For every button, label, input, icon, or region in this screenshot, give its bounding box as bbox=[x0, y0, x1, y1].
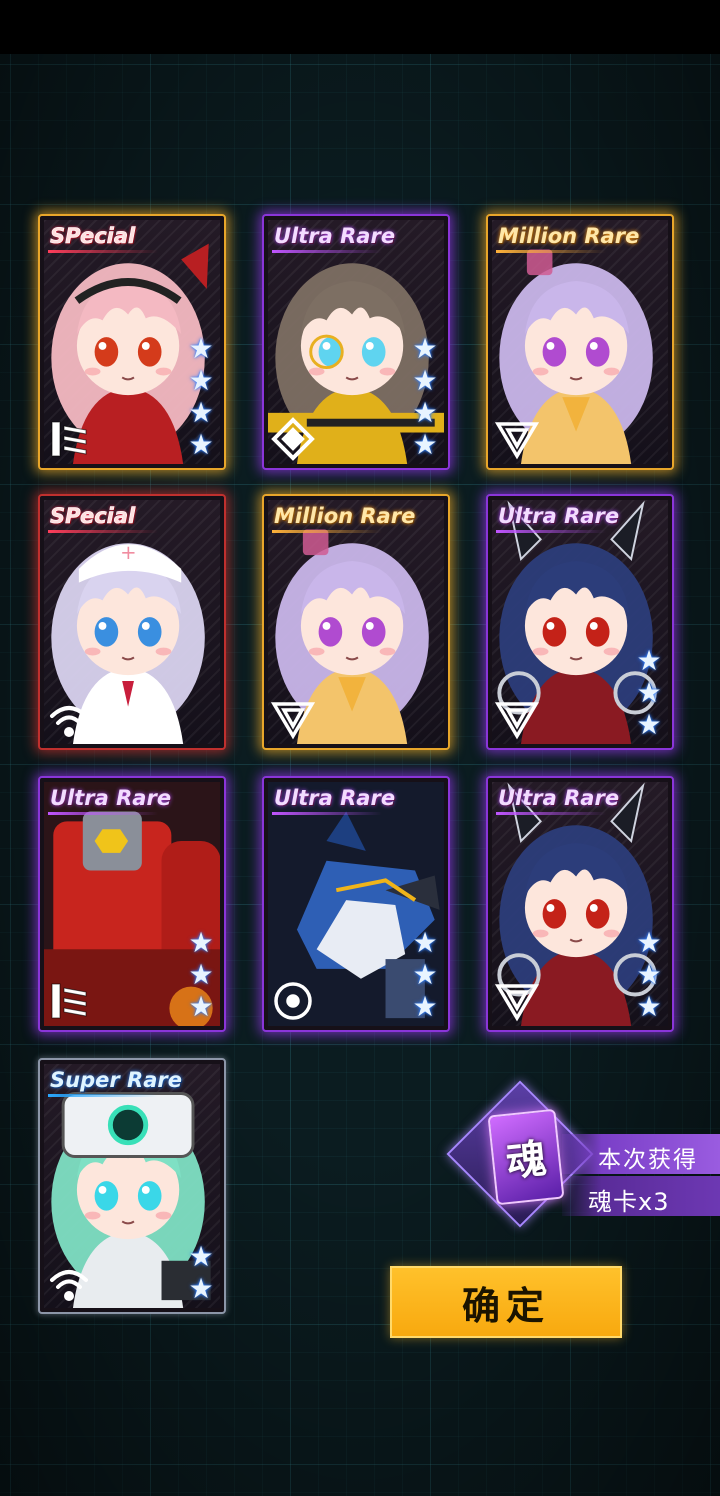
character-card[interactable]: + SPecial bbox=[38, 494, 226, 750]
card-art: Million Rare bbox=[492, 220, 668, 464]
card-art: Ultra Rare ★ ★ ★ bbox=[492, 782, 668, 1026]
star-rating: ★ ★ ★ ★ bbox=[410, 334, 440, 460]
star-icon: ★ bbox=[188, 958, 214, 991]
character-card[interactable]: Million Rare bbox=[262, 494, 450, 750]
ring-core-icon bbox=[270, 978, 316, 1024]
star-icon: ★ bbox=[412, 958, 438, 991]
confirm-button[interactable]: 确定 bbox=[390, 1266, 622, 1338]
rarity-underline bbox=[496, 530, 606, 533]
star-icon: ★ bbox=[636, 708, 662, 741]
character-card[interactable]: Ultra Rare ★ ★ ★ ★ bbox=[262, 214, 450, 470]
soul-card-icon: 魂 bbox=[487, 1108, 565, 1206]
rarity-label: SPecial bbox=[50, 504, 136, 529]
diamond-target-icon bbox=[270, 416, 316, 462]
star-icon: ★ bbox=[412, 926, 438, 959]
reward-item-count: 魂卡x3 bbox=[588, 1188, 670, 1216]
rarity-underline bbox=[496, 250, 606, 253]
rarity-underline bbox=[272, 812, 382, 815]
star-icon: ★ bbox=[412, 364, 438, 397]
star-icon: ★ bbox=[188, 990, 214, 1023]
character-card[interactable]: Ultra Rare ★ ★ ★ bbox=[262, 776, 450, 1032]
rarity-label: Super Rare bbox=[50, 1068, 182, 1092]
star-icon: ★ bbox=[412, 396, 438, 429]
card-art: Ultra Rare ★ ★ ★ bbox=[492, 500, 668, 744]
rarity-label: Ultra Rare bbox=[274, 786, 396, 810]
card-art: Ultra Rare ★ ★ ★ bbox=[268, 782, 444, 1026]
rarity-label: Ultra Rare bbox=[274, 224, 396, 248]
svg-text:+: + bbox=[120, 541, 136, 564]
star-icon: ★ bbox=[188, 1272, 214, 1305]
reward-title: 本次获得 bbox=[598, 1147, 698, 1173]
flag-stripes-icon bbox=[46, 978, 92, 1024]
rarity-underline bbox=[272, 250, 382, 253]
signal-wifi-icon bbox=[46, 1260, 92, 1306]
soul-glyph: 魂 bbox=[504, 1136, 549, 1186]
inverted-triangle-icon bbox=[494, 696, 540, 742]
rarity-underline bbox=[48, 530, 158, 533]
star-icon: ★ bbox=[636, 644, 662, 677]
rarity-underline bbox=[48, 812, 158, 815]
star-icon: ★ bbox=[188, 926, 214, 959]
star-icon: ★ bbox=[188, 332, 214, 365]
card-art: + SPecial bbox=[44, 500, 220, 744]
reward-panel: 魂 本次获得 魂卡x3 bbox=[446, 1080, 720, 1228]
rarity-label: Ultra Rare bbox=[498, 504, 620, 528]
card-art: Ultra Rare ★ ★ ★ ★ bbox=[268, 220, 444, 464]
star-rating: ★ ★ bbox=[186, 1242, 216, 1304]
card-art: SPecial ★ ★ ★ ★ bbox=[44, 220, 220, 464]
star-icon: ★ bbox=[188, 396, 214, 429]
star-icon: ★ bbox=[412, 990, 438, 1023]
rarity-label: SPecial bbox=[50, 224, 136, 249]
star-icon: ★ bbox=[636, 926, 662, 959]
card-art: Ultra Rare ★ ★ ★ bbox=[44, 782, 220, 1026]
flag-stripes-icon bbox=[46, 416, 92, 462]
rarity-label: Million Rare bbox=[274, 504, 416, 528]
character-card[interactable]: Ultra Rare ★ ★ ★ bbox=[486, 776, 674, 1032]
rarity-label: Million Rare bbox=[498, 224, 640, 248]
star-icon: ★ bbox=[188, 428, 214, 461]
card-art: Super Rare ★ ★ bbox=[44, 1064, 220, 1308]
star-rating: ★ ★ ★ ★ bbox=[186, 334, 216, 460]
rarity-underline bbox=[48, 250, 158, 253]
inverted-triangle-icon bbox=[270, 696, 316, 742]
rarity-underline bbox=[272, 530, 382, 533]
character-card[interactable]: SPecial ★ ★ ★ ★ bbox=[38, 214, 226, 470]
inverted-triangle-icon bbox=[494, 978, 540, 1024]
card-art: Million Rare bbox=[268, 500, 444, 744]
star-icon: ★ bbox=[188, 364, 214, 397]
star-icon: ★ bbox=[636, 958, 662, 991]
inverted-triangle-icon bbox=[494, 416, 540, 462]
rarity-underline bbox=[48, 1094, 158, 1097]
character-card[interactable]: Ultra Rare ★ ★ ★ bbox=[38, 776, 226, 1032]
star-icon: ★ bbox=[636, 990, 662, 1023]
status-bar bbox=[0, 0, 720, 54]
character-card[interactable]: Super Rare ★ ★ bbox=[38, 1058, 226, 1314]
star-rating: ★ ★ ★ bbox=[634, 928, 664, 1022]
star-icon: ★ bbox=[636, 676, 662, 709]
star-rating: ★ ★ ★ bbox=[410, 928, 440, 1022]
star-icon: ★ bbox=[188, 1240, 214, 1273]
character-card[interactable]: Ultra Rare ★ ★ ★ bbox=[486, 494, 674, 750]
star-rating: ★ ★ ★ bbox=[186, 928, 216, 1022]
signal-wifi-icon bbox=[46, 696, 92, 742]
star-icon: ★ bbox=[412, 332, 438, 365]
rarity-underline bbox=[496, 812, 606, 815]
rarity-label: Ultra Rare bbox=[50, 786, 172, 810]
rarity-label: Ultra Rare bbox=[498, 786, 620, 810]
star-icon: ★ bbox=[412, 428, 438, 461]
character-card[interactable]: Million Rare bbox=[486, 214, 674, 470]
star-rating: ★ ★ ★ bbox=[634, 646, 664, 740]
